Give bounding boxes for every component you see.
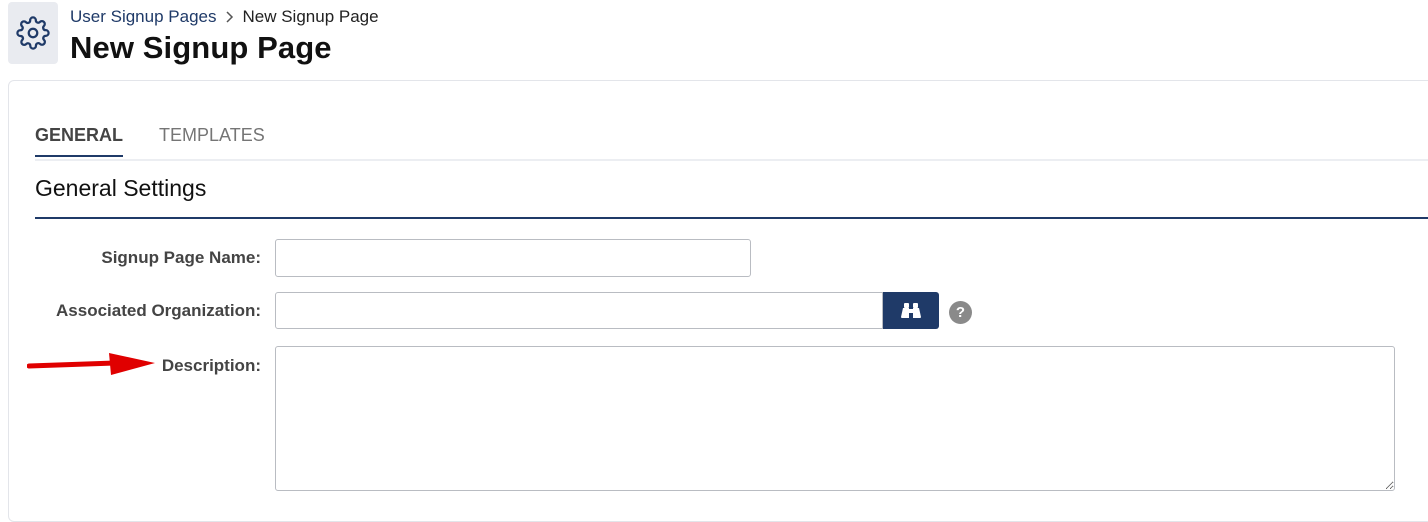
section-title: General Settings: [35, 175, 207, 201]
organization-lookup-button[interactable]: [883, 292, 939, 329]
gear-icon: [16, 16, 50, 50]
tab-templates[interactable]: TEMPLATES: [159, 121, 265, 157]
form-card: GENERAL TEMPLATES General Settings Signu…: [8, 80, 1428, 522]
signup-page-name-input[interactable]: [275, 239, 751, 277]
tab-general[interactable]: GENERAL: [35, 121, 124, 157]
tab-divider: [35, 159, 1428, 161]
breadcrumb-parent-link[interactable]: User Signup Pages: [70, 7, 216, 27]
tab-bar: GENERAL TEMPLATES: [35, 121, 301, 161]
app-icon-box: [8, 2, 58, 64]
associated-organization-label: Associated Organization:: [56, 301, 261, 320]
associated-organization-input[interactable]: [275, 292, 883, 329]
breadcrumb-current: New Signup Page: [242, 7, 379, 26]
binoculars-icon: [901, 302, 921, 318]
chevron-right-icon: [224, 11, 234, 23]
section-divider: [35, 217, 1428, 219]
question-mark-icon[interactable]: ?: [949, 301, 972, 324]
page-header: User Signup Pages New Signup Page New Si…: [0, 0, 1428, 80]
breadcrumb: User Signup Pages New Signup Page: [70, 7, 379, 27]
page-title: New Signup Page: [70, 30, 332, 65]
description-textarea[interactable]: [275, 346, 1395, 491]
signup-page-name-label: Signup Page Name:: [101, 248, 261, 267]
description-label: Description:: [161, 356, 261, 375]
